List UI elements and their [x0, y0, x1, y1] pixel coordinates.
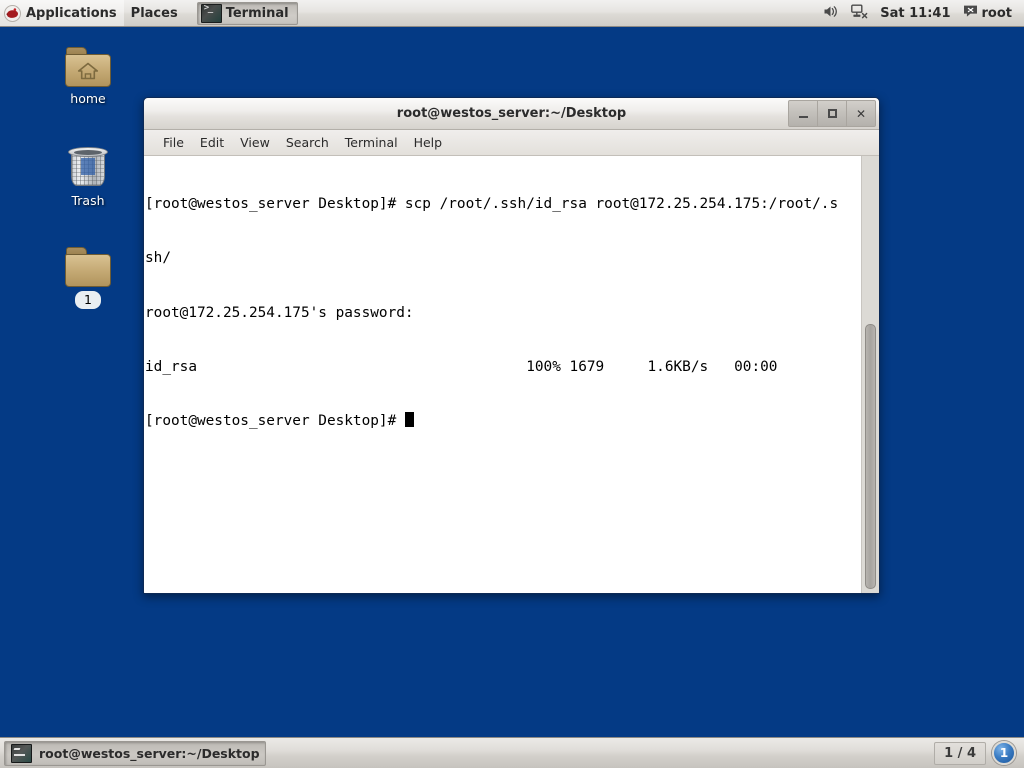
workspace-counter[interactable]: 1 / 4	[934, 741, 986, 765]
terminal-screen[interactable]: [root@westos_server Desktop]# scp /root/…	[144, 156, 861, 593]
menu-edit[interactable]: Edit	[192, 132, 232, 153]
desktop-icon-trash[interactable]: Trash	[46, 145, 130, 209]
scrollbar-thumb[interactable]	[865, 324, 876, 589]
applications-menu-label: Applications	[26, 5, 117, 21]
network-disconnected-icon	[851, 4, 868, 23]
desktop-icon-label: home	[70, 91, 106, 106]
taskbar-item-label: root@westos_server:~/Desktop	[39, 745, 260, 761]
menu-help[interactable]: Help	[406, 132, 451, 153]
minimize-icon	[798, 116, 808, 118]
places-menu[interactable]: Places	[124, 0, 185, 26]
terminal-prompt: [root@westos_server Desktop]#	[145, 413, 405, 430]
network-tray-button[interactable]	[845, 0, 874, 26]
terminal-line: root@172.25.254.175's password:	[145, 304, 414, 321]
workspace-badge[interactable]: 1	[992, 741, 1016, 765]
desktop-icon-folder-1[interactable]: 1	[46, 247, 130, 309]
workspace-switcher: 1 / 4 1	[934, 741, 1020, 765]
folder-icon	[65, 247, 111, 287]
minimize-button[interactable]	[789, 101, 818, 126]
window-title: root@westos_server:~/Desktop	[396, 106, 627, 121]
terminal-menubar: File Edit View Search Terminal Help	[144, 130, 879, 156]
top-panel: Applications Places Terminal	[0, 0, 1024, 27]
window-titlebar[interactable]: root@westos_server:~/Desktop ✕	[144, 98, 879, 130]
terminal-scrollbar[interactable]	[861, 156, 879, 593]
terminal-prompt-line: [root@westos_server Desktop]#	[145, 412, 861, 430]
menu-file[interactable]: File	[155, 132, 192, 153]
redhat-logo-icon	[4, 4, 21, 22]
menu-search[interactable]: Search	[278, 132, 337, 153]
terminal-line: id_rsa 100% 1679 1.6KB/s 00:00	[145, 359, 778, 376]
desktop-icon-home[interactable]: home	[46, 47, 130, 107]
maximize-icon	[827, 109, 837, 118]
maximize-button[interactable]	[818, 101, 847, 126]
user-menu-label: root	[981, 5, 1013, 21]
system-tray: Sat 11:41 root	[817, 0, 1024, 26]
home-folder-icon	[65, 47, 111, 87]
taskbar-item-terminal[interactable]: root@westos_server:~/Desktop	[4, 740, 266, 766]
places-menu-label: Places	[130, 5, 178, 21]
user-menu-button[interactable]: root	[957, 0, 1019, 26]
volume-tray-button[interactable]	[817, 0, 845, 26]
desktop-icon-label: Trash	[71, 193, 105, 208]
terminal-line: sh/	[145, 250, 171, 267]
terminal-body: [root@westos_server Desktop]# scp /root/…	[144, 156, 879, 593]
terminal-icon	[11, 743, 32, 763]
terminal-window[interactable]: root@westos_server:~/Desktop ✕ File Edit…	[143, 97, 880, 594]
menu-view[interactable]: View	[232, 132, 278, 153]
trash-icon	[66, 145, 110, 189]
desktop-icon-label: 1	[75, 291, 101, 309]
chat-status-icon	[963, 4, 978, 22]
terminal-line: [root@westos_server Desktop]# scp /root/…	[145, 196, 839, 213]
menu-terminal[interactable]: Terminal	[337, 132, 406, 153]
clock-label: Sat 11:41	[880, 5, 951, 21]
close-icon: ✕	[855, 106, 867, 121]
applications-menu[interactable]: Applications	[0, 0, 124, 26]
volume-icon	[823, 4, 839, 23]
window-list-item-label: Terminal	[225, 5, 289, 21]
window-controls: ✕	[788, 100, 876, 127]
terminal-icon	[200, 3, 222, 23]
terminal-cursor	[404, 412, 414, 428]
house-glyph-icon	[77, 62, 99, 80]
bottom-panel: root@westos_server:~/Desktop 1 / 4 1	[0, 737, 1024, 768]
close-button[interactable]: ✕	[847, 101, 875, 126]
window-list: Terminal	[196, 0, 298, 26]
window-list-item-terminal[interactable]: Terminal	[196, 1, 298, 25]
clock-button[interactable]: Sat 11:41	[874, 0, 956, 26]
